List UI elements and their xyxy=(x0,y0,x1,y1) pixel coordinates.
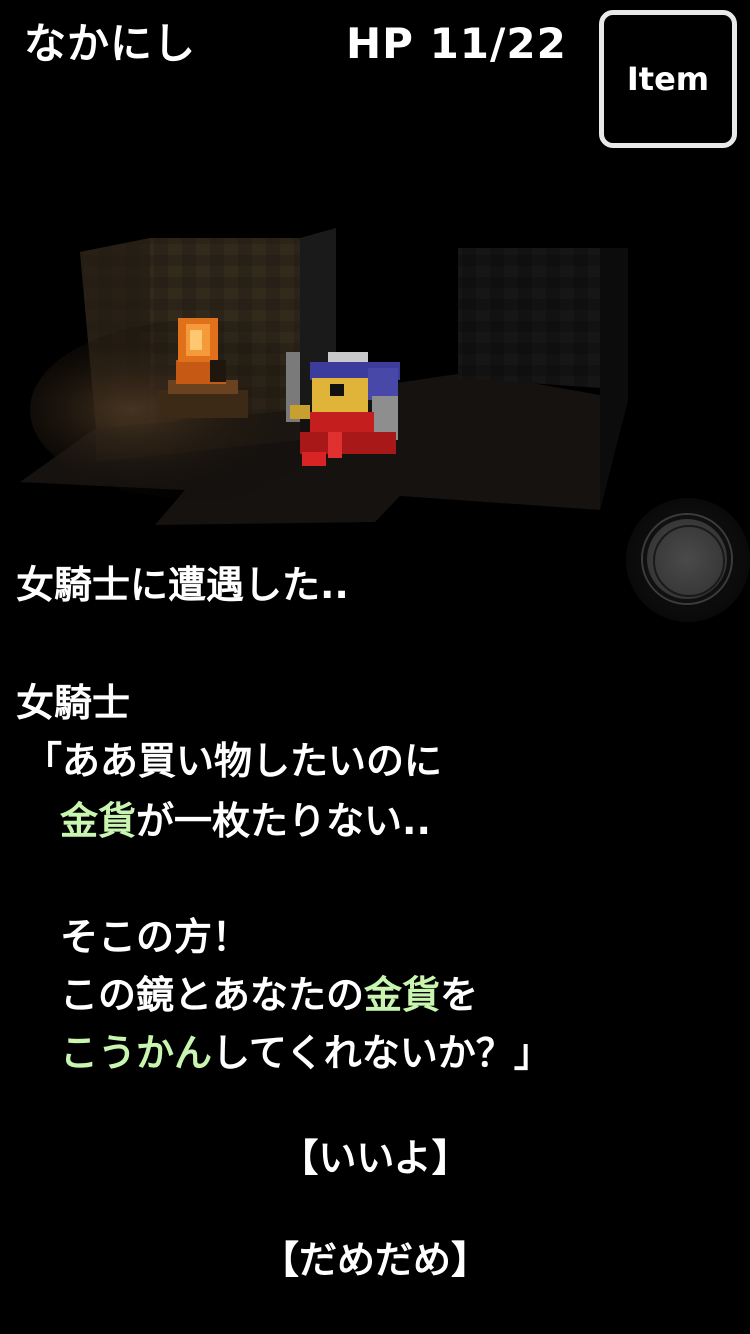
choice-yes-button[interactable]: 【いいよ】 xyxy=(0,1130,750,1186)
dialog-line-3: そこの方！ xyxy=(60,915,251,959)
dialog-line-4-text-b: を xyxy=(440,973,479,1017)
speaker-name: 女騎士 xyxy=(16,681,131,725)
dialog-line-4-text-a: この鏡とあなたの xyxy=(60,973,365,1017)
item-button[interactable]: Item xyxy=(599,10,737,148)
highlight-gold-coin-2: 金貨 xyxy=(364,973,441,1017)
highlight-exchange: こうかん xyxy=(60,1031,213,1075)
hp-current: 11 xyxy=(429,19,491,68)
joystick-knob[interactable] xyxy=(643,515,731,603)
hp-separator: / xyxy=(490,19,507,68)
dialog-line-2: 金貨が一枚たりない.. xyxy=(60,796,431,846)
dialog-line-5: こうかんしてくれないか？」 xyxy=(60,1028,552,1078)
hp-display: HP 11/22 xyxy=(346,16,567,72)
hp-max: 22 xyxy=(506,19,567,68)
choice-no-button[interactable]: 【だめだめ】 xyxy=(0,1232,750,1288)
highlight-gold-coin: 金貨 xyxy=(60,799,137,843)
hp-label: HP xyxy=(346,19,414,68)
dialog-line-2-text: が一枚たりない.. xyxy=(136,799,431,843)
player-name: なかにし xyxy=(24,19,197,68)
dungeon-scene xyxy=(20,228,628,525)
dialog-line-1: 「ああ買い物したいのに xyxy=(24,739,443,783)
virtual-joystick[interactable] xyxy=(626,498,750,622)
item-button-label: Item xyxy=(626,60,710,98)
encounter-text: 女騎士に遭遇した.. xyxy=(16,563,349,607)
dialog-line-4: この鏡とあなたの金貨を xyxy=(60,970,478,1020)
dialog-line-5-text: してくれないか？」 xyxy=(212,1031,552,1075)
